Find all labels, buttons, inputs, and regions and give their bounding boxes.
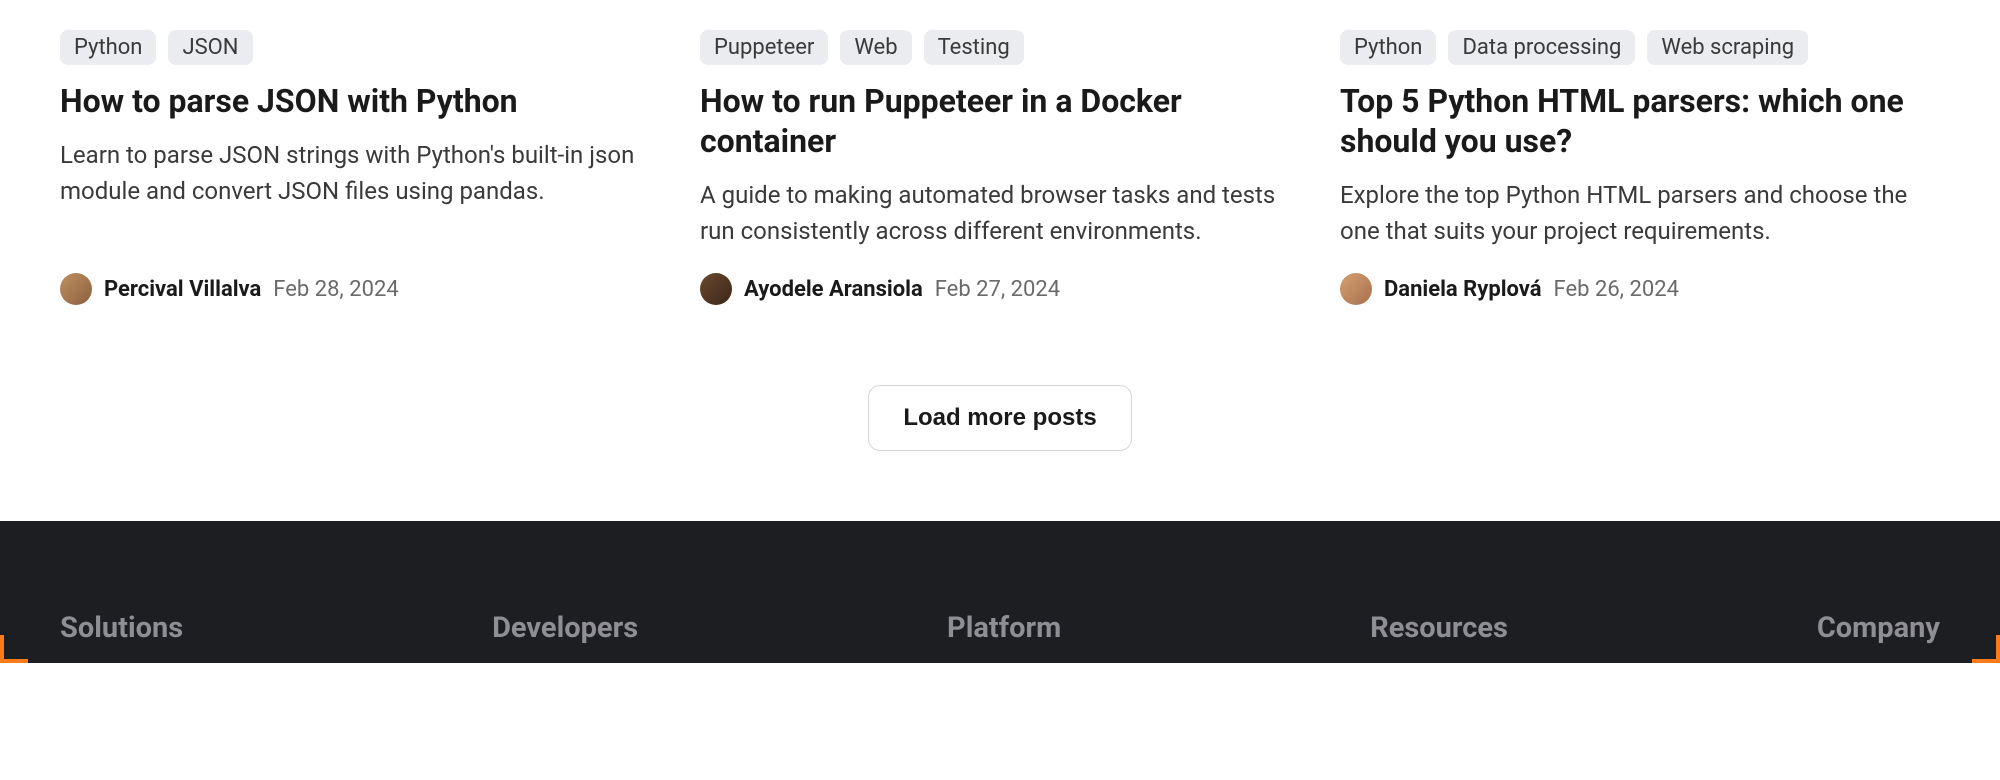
footer-heading-developers[interactable]: Developers (492, 611, 638, 645)
footer-heading-company[interactable]: Company (1817, 611, 1940, 645)
tag[interactable]: Web scraping (1647, 30, 1808, 65)
article-card[interactable]: Python JSON How to parse JSON with Pytho… (60, 30, 660, 305)
byline: Daniela Ryplová Feb 26, 2024 (1340, 273, 1940, 305)
article-title[interactable]: Top 5 Python HTML parsers: which one sho… (1340, 81, 1940, 161)
footer-heading-resources[interactable]: Resources (1370, 611, 1508, 645)
publish-date: Feb 28, 2024 (273, 277, 398, 302)
footer-heading-solutions[interactable]: Solutions (60, 611, 183, 645)
publish-date: Feb 27, 2024 (935, 277, 1060, 302)
tag[interactable]: JSON (168, 30, 252, 65)
article-description: Learn to parse JSON strings with Python'… (60, 137, 660, 209)
tag-list: Python Data processing Web scraping (1340, 30, 1940, 65)
author-name[interactable]: Daniela Ryplová (1384, 277, 1542, 302)
tag[interactable]: Testing (924, 30, 1024, 65)
tag-list: Puppeteer Web Testing (700, 30, 1300, 65)
article-title[interactable]: How to parse JSON with Python (60, 81, 660, 121)
tag[interactable]: Puppeteer (700, 30, 828, 65)
footer-heading-platform[interactable]: Platform (947, 611, 1061, 645)
author-avatar[interactable] (60, 273, 92, 305)
tag[interactable]: Web (840, 30, 911, 65)
article-card[interactable]: Python Data processing Web scraping Top … (1340, 30, 1940, 305)
article-description: Explore the top Python HTML parsers and … (1340, 177, 1940, 249)
author-name[interactable]: Percival Villalva (104, 277, 261, 302)
article-description: A guide to making automated browser task… (700, 177, 1300, 249)
tag[interactable]: Data processing (1448, 30, 1635, 65)
author-avatar[interactable] (1340, 273, 1372, 305)
tag[interactable]: Python (60, 30, 156, 65)
author-avatar[interactable] (700, 273, 732, 305)
tag-list: Python JSON (60, 30, 660, 65)
publish-date: Feb 26, 2024 (1554, 277, 1679, 302)
load-more-button[interactable]: Load more posts (868, 385, 1131, 451)
tag[interactable]: Python (1340, 30, 1436, 65)
article-title[interactable]: How to run Puppeteer in a Docker contain… (700, 81, 1300, 161)
byline: Percival Villalva Feb 28, 2024 (60, 273, 660, 305)
footer: Solutions Developers Platform Resources … (0, 521, 2000, 663)
article-card[interactable]: Puppeteer Web Testing How to run Puppete… (700, 30, 1300, 305)
load-more-section: Load more posts (0, 355, 2000, 521)
articles-grid: Python JSON How to parse JSON with Pytho… (0, 0, 2000, 355)
author-name[interactable]: Ayodele Aransiola (744, 277, 923, 302)
byline: Ayodele Aransiola Feb 27, 2024 (700, 273, 1300, 305)
